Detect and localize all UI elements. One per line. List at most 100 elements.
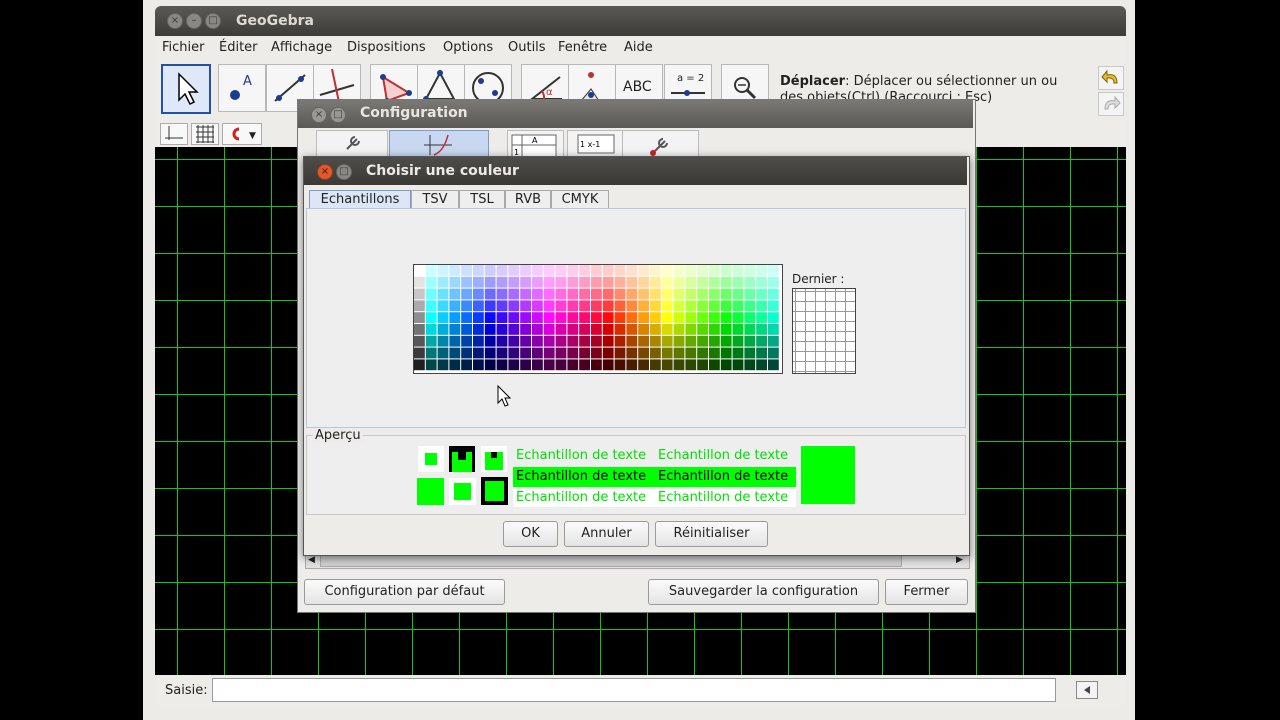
color-swatch[interactable] — [496, 276, 508, 288]
color-swatch[interactable] — [614, 347, 626, 359]
color-swatch[interactable] — [496, 347, 508, 359]
color-swatch[interactable] — [602, 312, 614, 323]
color-swatch[interactable] — [414, 359, 425, 371]
color-swatch[interactable] — [473, 312, 484, 323]
color-swatch[interactable] — [543, 312, 555, 323]
color-swatch[interactable] — [661, 312, 673, 323]
color-swatch[interactable] — [520, 335, 531, 347]
color-swatch[interactable] — [661, 359, 673, 371]
color-swatch[interactable] — [768, 324, 779, 335]
color-swatch[interactable] — [626, 359, 638, 371]
color-swatch[interactable] — [638, 276, 649, 288]
color-swatch[interactable] — [602, 335, 614, 347]
move-tool-button[interactable] — [161, 64, 211, 114]
color-swatch[interactable] — [591, 335, 602, 347]
color-swatch[interactable] — [461, 359, 472, 371]
color-swatch[interactable] — [756, 359, 767, 371]
color-swatch[interactable] — [685, 312, 697, 323]
color-swatch[interactable] — [732, 265, 744, 276]
color-swatch[interactable] — [756, 300, 767, 312]
color-swatch[interactable] — [709, 347, 720, 359]
color-swatch[interactable] — [661, 300, 673, 312]
color-swatch[interactable] — [744, 359, 756, 371]
color-swatch[interactable] — [484, 335, 496, 347]
color-swatch[interactable] — [756, 288, 767, 300]
color-swatch[interactable] — [449, 335, 461, 347]
color-swatch[interactable] — [414, 300, 425, 312]
color-swatch[interactable] — [555, 347, 567, 359]
color-swatch[interactable] — [567, 324, 579, 335]
color-swatch[interactable] — [673, 359, 685, 371]
color-swatch[interactable] — [437, 312, 449, 323]
color-swatch[interactable] — [661, 347, 673, 359]
color-swatch[interactable] — [697, 359, 708, 371]
color-swatch[interactable] — [602, 276, 614, 288]
color-swatch[interactable] — [602, 288, 614, 300]
color-swatch[interactable] — [473, 359, 484, 371]
tab-tsl[interactable]: TSL — [459, 190, 505, 210]
color-swatch[interactable] — [520, 347, 531, 359]
color-swatch[interactable] — [555, 288, 567, 300]
scroll-right-icon[interactable]: ▶ — [956, 555, 963, 565]
color-swatch[interactable] — [661, 276, 673, 288]
color-swatch[interactable] — [484, 359, 496, 371]
color-swatch[interactable] — [661, 288, 673, 300]
color-swatch[interactable] — [638, 265, 649, 276]
color-swatch[interactable] — [484, 300, 496, 312]
color-swatch[interactable] — [602, 324, 614, 335]
color-swatch[interactable] — [673, 335, 685, 347]
color-swatch[interactable] — [425, 300, 437, 312]
color-swatch[interactable] — [744, 288, 756, 300]
color-swatch[interactable] — [508, 347, 520, 359]
color-swatch[interactable] — [685, 335, 697, 347]
color-swatch[interactable] — [638, 359, 649, 371]
grid-toggle-button[interactable] — [191, 123, 219, 145]
color-swatch[interactable] — [520, 276, 531, 288]
color-swatch[interactable] — [732, 276, 744, 288]
color-swatch[interactable] — [532, 300, 543, 312]
color-swatch[interactable] — [532, 265, 543, 276]
color-swatch[interactable] — [484, 288, 496, 300]
input-field[interactable] — [212, 678, 1056, 702]
color-swatch[interactable] — [614, 324, 626, 335]
ok-button[interactable]: OK — [503, 521, 558, 547]
color-swatch[interactable] — [591, 300, 602, 312]
color-swatch[interactable] — [602, 347, 614, 359]
color-swatch[interactable] — [555, 300, 567, 312]
color-swatch[interactable] — [473, 347, 484, 359]
tab-rvb[interactable]: RVB — [505, 190, 551, 210]
color-swatch[interactable] — [508, 312, 520, 323]
color-swatch[interactable] — [508, 324, 520, 335]
color-swatch[interactable] — [567, 300, 579, 312]
color-swatch[interactable] — [626, 265, 638, 276]
color-swatch[interactable] — [673, 347, 685, 359]
color-swatch-grid[interactable] — [413, 264, 783, 374]
menu-fichier[interactable]: Fichier — [162, 40, 205, 55]
color-swatch[interactable] — [638, 288, 649, 300]
cancel-button[interactable]: Annuler — [564, 521, 649, 547]
color-swatch[interactable] — [591, 324, 602, 335]
color-swatch[interactable] — [543, 265, 555, 276]
color-swatch[interactable] — [473, 276, 484, 288]
color-swatch[interactable] — [697, 288, 708, 300]
color-swatch[interactable] — [768, 300, 779, 312]
color-swatch[interactable] — [768, 335, 779, 347]
color-swatch[interactable] — [473, 288, 484, 300]
color-swatch[interactable] — [685, 276, 697, 288]
color-swatch[interactable] — [732, 359, 744, 371]
color-swatch[interactable] — [555, 312, 567, 323]
color-swatch[interactable] — [720, 288, 732, 300]
tab-tsv[interactable]: TSV — [411, 190, 459, 210]
color-swatch[interactable] — [709, 276, 720, 288]
color-swatch[interactable] — [579, 265, 590, 276]
axes-toggle-button[interactable] — [160, 123, 188, 145]
input-help-button[interactable] — [1076, 681, 1098, 699]
redo-button[interactable] — [1098, 92, 1124, 116]
color-swatch[interactable] — [532, 324, 543, 335]
color-swatch[interactable] — [697, 312, 708, 323]
close-window-icon[interactable]: × — [167, 13, 183, 29]
color-swatch[interactable] — [732, 300, 744, 312]
color-swatch[interactable] — [673, 288, 685, 300]
color-swatch[interactable] — [638, 300, 649, 312]
color-swatch[interactable] — [567, 359, 579, 371]
